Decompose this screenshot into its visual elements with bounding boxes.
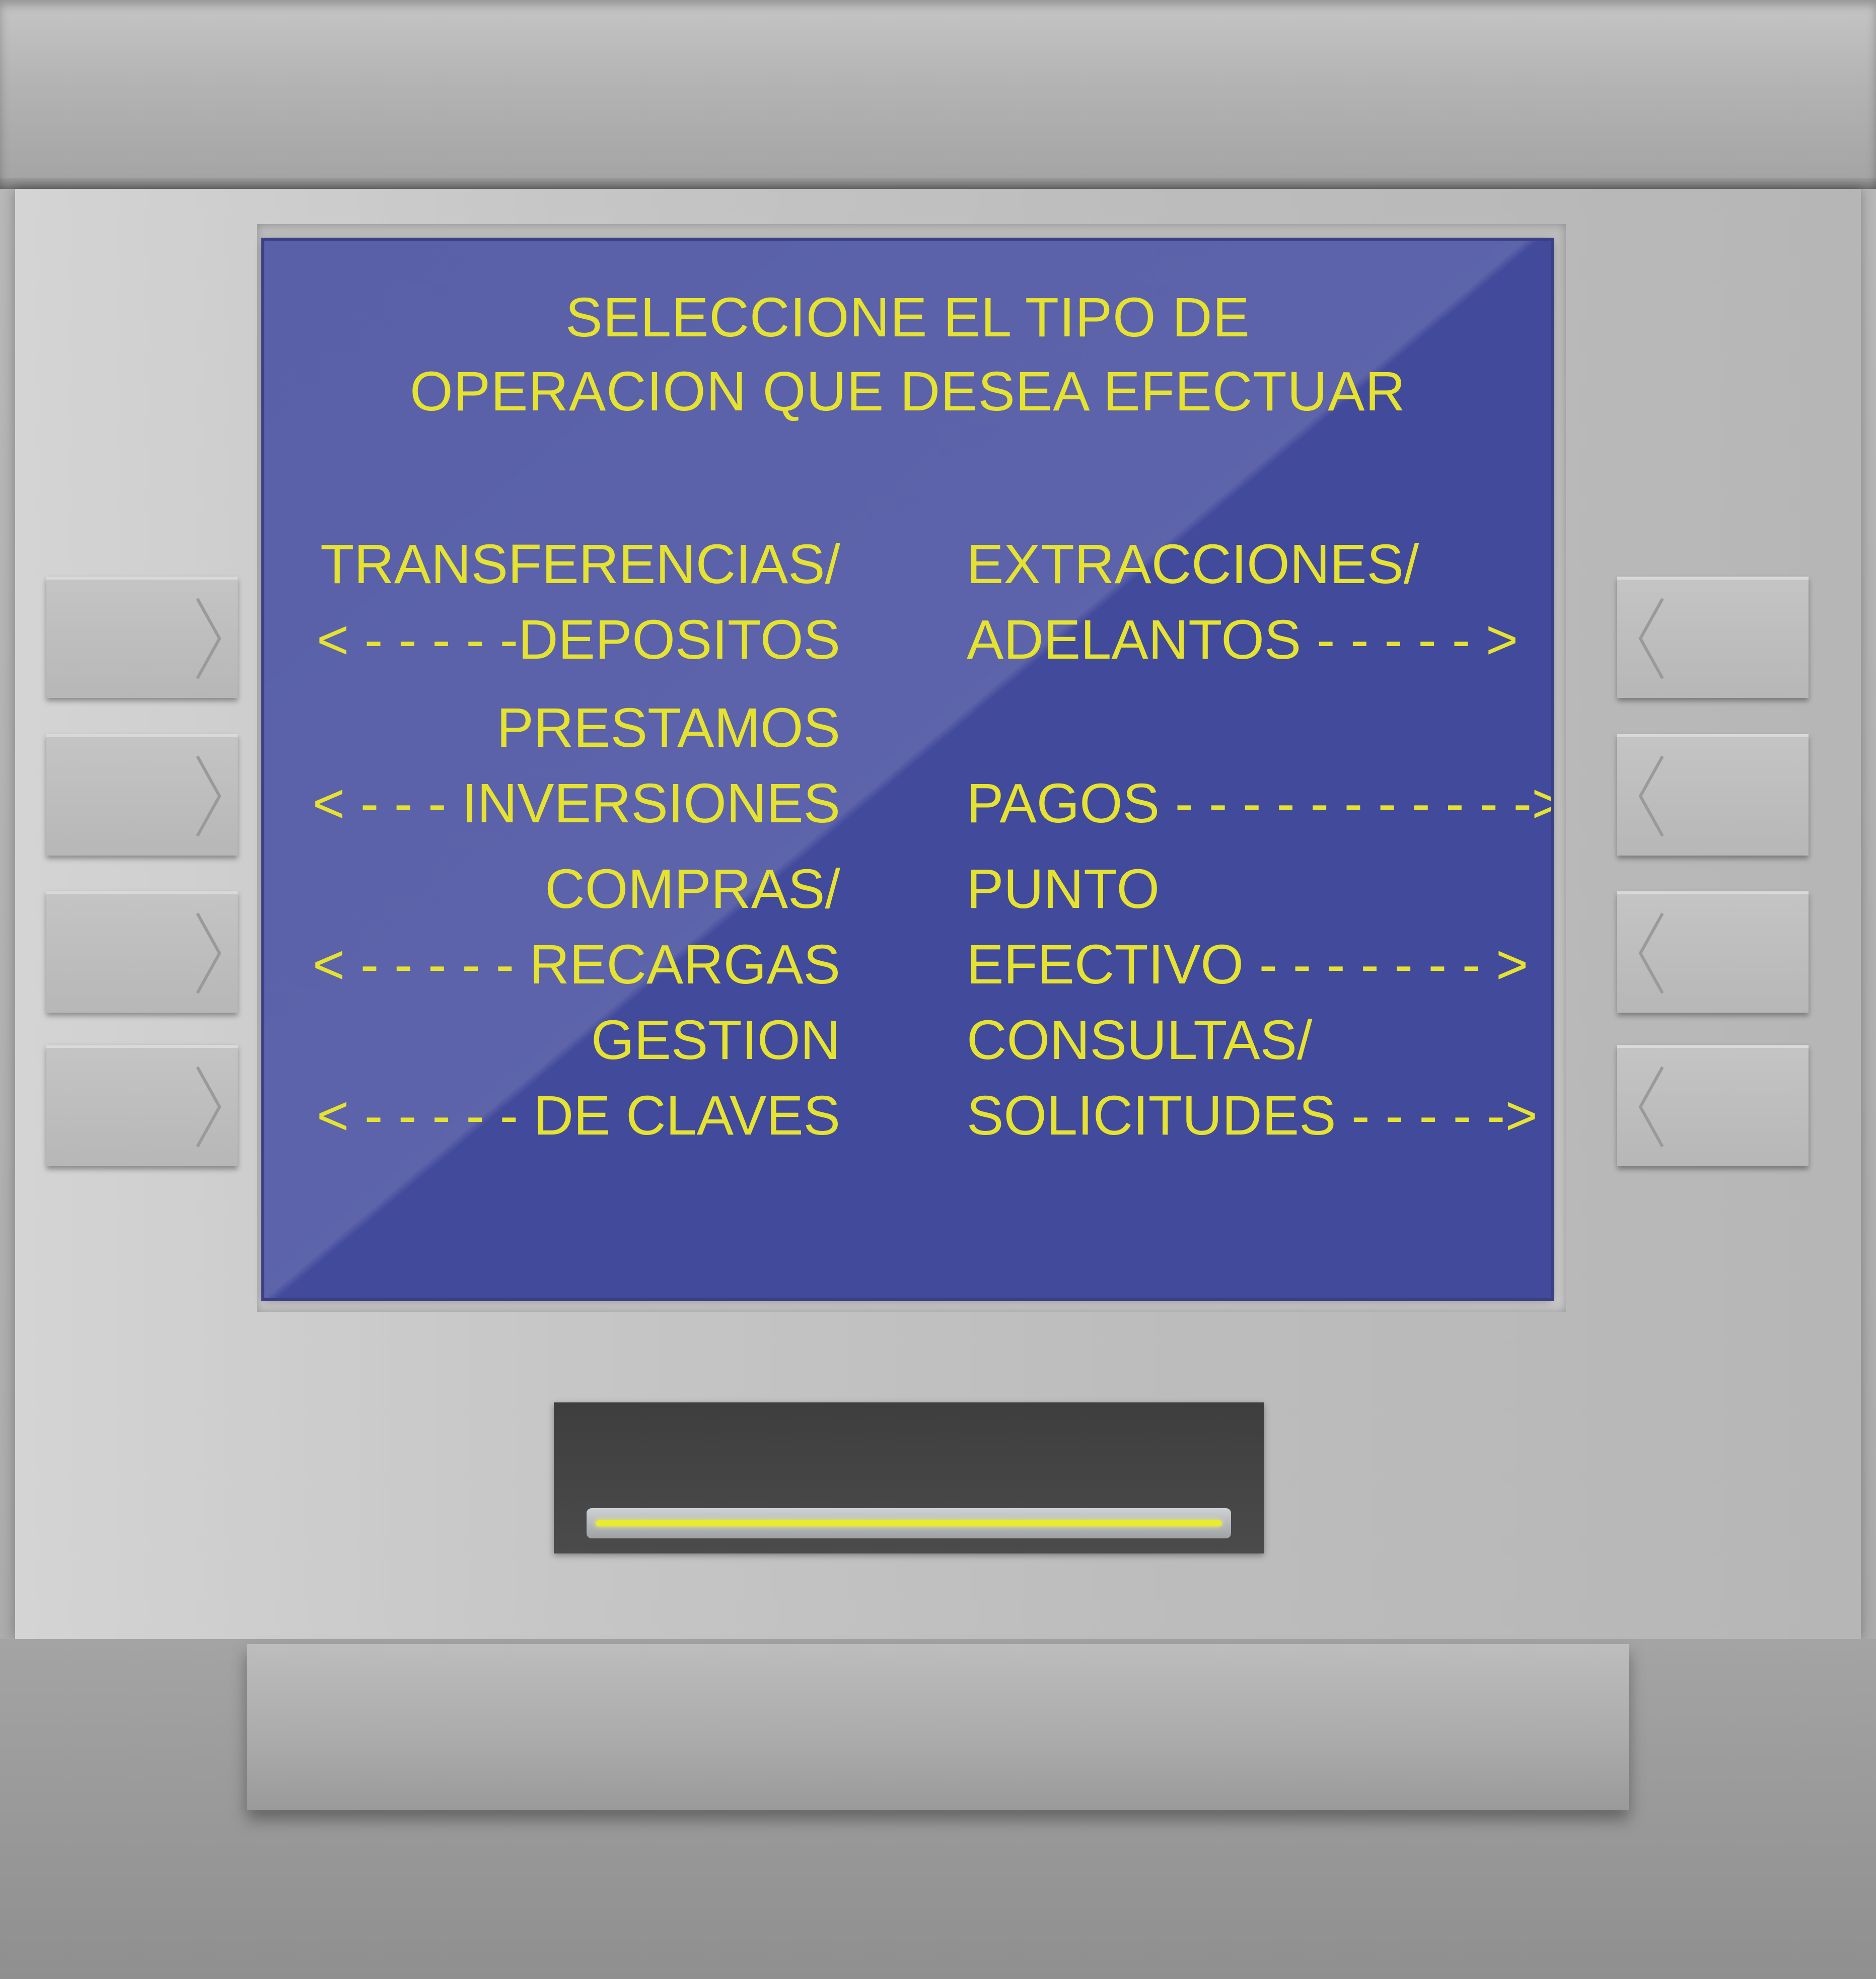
screen-title-line-2: OPERACION QUE DESEA EFECTUAR <box>410 361 1406 422</box>
chevron-right-icon <box>196 598 222 679</box>
option-gestion-line-2: < - - - - - DE CLAVES <box>316 1085 840 1147</box>
atm-screen: SELECCIONE EL TIPO DE OPERACION QUE DESE… <box>264 241 1551 1298</box>
chevron-left-icon <box>1638 912 1664 994</box>
option-pagos-line-2: PAGOS - - - - - - - - - - -> <box>967 772 1551 834</box>
option-extracciones-line-1: EXTRACCIONES/ <box>967 533 1419 595</box>
left-button-2[interactable] <box>46 734 238 856</box>
right-button-3[interactable] <box>1617 891 1809 1013</box>
option-compras-line-1: COMPRAS/ <box>545 858 840 920</box>
option-extracciones-line-2: ADELANTOS - - - - - > <box>967 609 1519 671</box>
chevron-right-icon <box>196 755 222 837</box>
option-punto-efectivo-line-2: EFECTIVO - - - - - - - > <box>967 934 1529 996</box>
option-prestamos-line-1: PRESTAMOS <box>496 697 840 759</box>
right-button-4[interactable] <box>1617 1045 1809 1166</box>
option-transferencias-line-1: TRANSFERENCIAS/ <box>320 533 840 595</box>
chevron-right-icon <box>196 1066 222 1148</box>
chevron-left-icon <box>1638 598 1664 679</box>
option-punto-efectivo-line-1: PUNTO <box>967 858 1160 920</box>
right-button-1[interactable] <box>1617 577 1809 698</box>
option-consultas-line-1: CONSULTAS/ <box>967 1009 1313 1071</box>
chevron-left-icon <box>1638 755 1664 837</box>
option-gestion-line-1: GESTION <box>591 1009 840 1071</box>
option-consultas-line-2: SOLICITUDES - - - - -> <box>967 1085 1538 1147</box>
left-button-4[interactable] <box>46 1045 238 1166</box>
left-button-1[interactable] <box>46 577 238 698</box>
card-slot[interactable] <box>554 1402 1264 1553</box>
left-button-3[interactable] <box>46 891 238 1013</box>
atm-top-bar <box>0 0 1876 189</box>
option-compras-line-2: < - - - - - RECARGAS <box>312 934 840 996</box>
option-transferencias-line-2: < - - - - -DEPOSITOS <box>316 609 840 671</box>
option-prestamos-line-2: < - - - INVERSIONES <box>312 772 840 834</box>
chevron-left-icon <box>1638 1066 1664 1148</box>
card-slot-light <box>587 1508 1231 1538</box>
cash-dispenser-tray[interactable] <box>247 1644 1629 1810</box>
right-button-2[interactable] <box>1617 734 1809 856</box>
chevron-right-icon <box>196 912 222 994</box>
screen-title-line-1: SELECCIONE EL TIPO DE <box>565 287 1250 348</box>
